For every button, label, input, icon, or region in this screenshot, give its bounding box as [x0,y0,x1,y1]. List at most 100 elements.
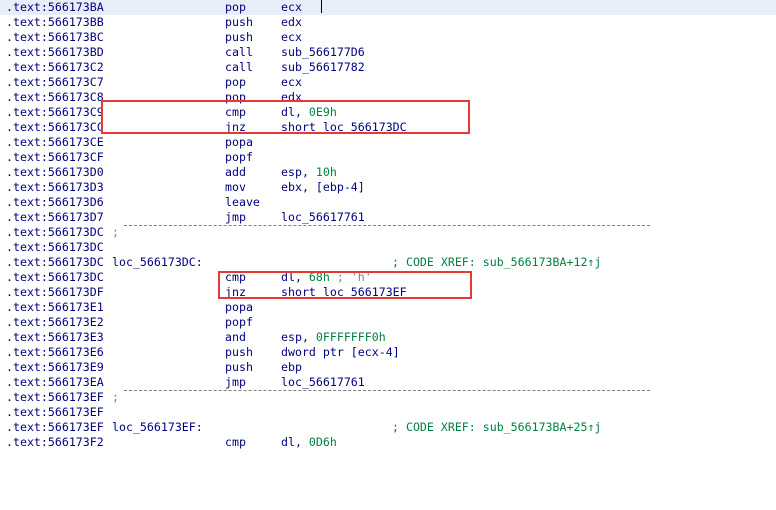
listing-line[interactable]: .text:566173E9 push ebp [0,360,776,375]
line-address: .text:566173D6 [6,195,104,209]
listing-line[interactable]: .text:566173BD call sub_566177D6 [0,45,776,60]
line-mnemonic[interactable]: push [225,345,253,360]
listing-line[interactable]: .text:566173D7 jmp loc_56617761 [0,210,776,225]
line-mnemonic[interactable]: popf [225,315,253,330]
line-address: .text:566173BD [6,45,104,59]
separator-comment: ; [112,225,119,239]
line-operands[interactable]: dword ptr [ecx-4] [281,345,400,360]
line-mnemonic[interactable]: call [225,60,253,75]
line-operands[interactable]: ebp [281,360,302,375]
disassembly-listing[interactable]: .text:566173BA pop ecx .text:566173BB pu… [0,0,776,450]
line-address: .text:566173C8 [6,90,104,104]
line-operands[interactable]: edx [281,15,302,30]
listing-line[interactable]: .text:566173EF loc_566173EF: ; CODE XREF… [0,420,776,435]
listing-line[interactable]: .text:566173D0 add esp, 10h [0,165,776,180]
operand-register: esp, [281,330,316,344]
code-label[interactable]: loc_566173EF: [112,420,203,435]
line-operands[interactable]: sub_566177D6 [281,45,365,60]
line-address: .text:566173CF [6,150,104,164]
listing-line[interactable]: .text:566173CF popf [0,150,776,165]
annotation-box-cmp-68 [218,271,472,299]
line-mnemonic[interactable]: pop [225,75,246,90]
listing-line[interactable]: .text:566173DC [0,240,776,255]
line-address: .text:566173E9 [6,360,104,374]
listing-line[interactable]: .text:566173E2 popf [0,315,776,330]
line-address: .text:566173EF [6,405,104,419]
line-address: .text:566173DF [6,285,104,299]
code-xref[interactable]: ; CODE XREF: sub_566173BA+12↑j [392,255,601,270]
line-address: .text:566173E2 [6,315,104,329]
listing-line[interactable]: .text:566173D3 mov ebx, [ebp-4] [0,180,776,195]
code-label[interactable]: loc_566173DC: [112,255,203,270]
line-address: .text:566173EF [6,390,104,404]
separator-line [124,225,650,226]
listing-line[interactable]: .text:566173C2 call sub_56617782 [0,60,776,75]
line-mnemonic[interactable]: mov [225,180,246,195]
line-operands[interactable]: esp, 0FFFFFFF0h [281,330,386,345]
line-address: .text:566173BB [6,15,104,29]
line-operands[interactable]: ecx [281,0,302,15]
line-address: .text:566173DC [6,270,104,284]
line-mnemonic[interactable]: add [225,165,246,180]
line-address: .text:566173D7 [6,210,104,224]
listing-line[interactable]: .text:566173EF [0,405,776,420]
line-mnemonic[interactable]: push [225,15,253,30]
line-mnemonic[interactable]: push [225,360,253,375]
listing-line[interactable]: .text:566173EA jmp loc_56617761 [0,375,776,390]
listing-line[interactable]: .text:566173EF ; [0,390,776,405]
line-address: .text:566173C7 [6,75,104,89]
line-mnemonic[interactable]: leave [225,195,260,210]
listing-line[interactable]: .text:566173BA pop ecx [0,0,776,15]
operand-immediate: 10h [315,165,337,179]
annotation-box-cmp-e9 [101,100,470,134]
line-mnemonic[interactable]: pop [225,0,246,15]
text-cursor [321,0,322,13]
line-mnemonic[interactable]: popa [225,135,253,150]
line-address: .text:566173BC [6,30,104,44]
line-address: .text:566173EA [6,375,104,389]
listing-line[interactable]: .text:566173E3 and esp, 0FFFFFFF0h [0,330,776,345]
listing-line[interactable]: .text:566173BC push ecx [0,30,776,45]
listing-line[interactable]: .text:566173DC ; [0,225,776,240]
line-mnemonic[interactable]: popf [225,150,253,165]
listing-line[interactable]: .text:566173CE popa [0,135,776,150]
line-mnemonic[interactable]: call [225,45,253,60]
line-address: .text:566173D0 [6,165,104,179]
line-address: .text:566173EF [6,420,104,434]
line-mnemonic[interactable]: jmp [225,210,246,225]
listing-line[interactable]: .text:566173DC loc_566173DC: ; CODE XREF… [0,255,776,270]
line-address: .text:566173E6 [6,345,104,359]
line-address: .text:566173D3 [6,180,104,194]
line-address: .text:566173CC [6,120,104,134]
line-mnemonic[interactable]: and [225,330,246,345]
line-address: .text:566173DC [6,240,104,254]
line-address: .text:566173DC [6,255,104,269]
operand-register: esp, [281,165,316,179]
line-mnemonic[interactable]: jmp [225,375,246,390]
line-operands[interactable]: loc_56617761 [281,375,365,390]
listing-line[interactable]: .text:566173E1 popa [0,300,776,315]
line-address: .text:566173BA [6,0,104,14]
line-operands[interactable]: loc_56617761 [281,210,365,225]
operand-immediate: 0FFFFFFF0h [315,330,386,344]
line-operands[interactable]: ebx, [ebp-4] [281,180,365,195]
operand-register: dl, [281,435,309,449]
listing-line[interactable]: .text:566173D6 leave [0,195,776,210]
operand-immediate: 0D6h [308,435,337,449]
listing-line[interactable]: .text:566173C7 pop ecx [0,75,776,90]
line-address: .text:566173C2 [6,60,104,74]
listing-line[interactable]: .text:566173E6 push dword ptr [ecx-4] [0,345,776,360]
line-mnemonic[interactable]: push [225,30,253,45]
line-address: .text:566173E3 [6,330,104,344]
line-operands[interactable]: sub_56617782 [281,60,365,75]
code-xref[interactable]: ; CODE XREF: sub_566173BA+25↑j [392,420,601,435]
line-mnemonic[interactable]: popa [225,300,253,315]
line-address: .text:566173C9 [6,105,104,119]
separator-line [124,390,650,391]
line-operands[interactable]: ecx [281,30,302,45]
line-address: .text:566173E1 [6,300,104,314]
line-operands[interactable]: esp, 10h [281,165,337,180]
line-operands[interactable]: ecx [281,75,302,90]
line-address: .text:566173DC [6,225,104,239]
listing-line[interactable]: .text:566173BB push edx [0,15,776,30]
